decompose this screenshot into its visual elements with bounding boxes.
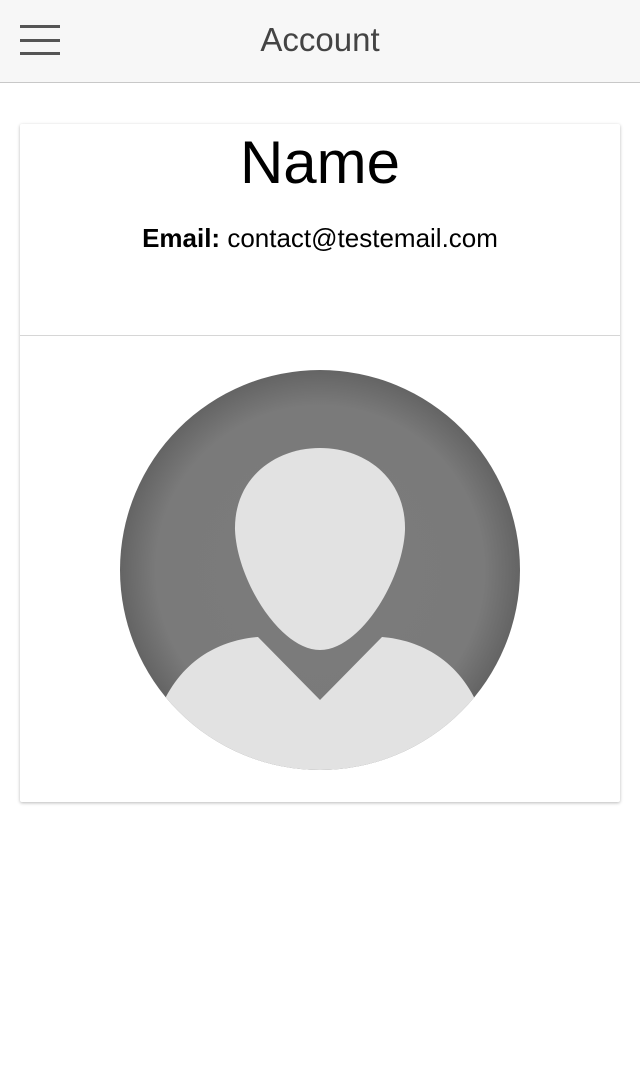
page-title: Account	[260, 21, 380, 58]
email-line: Email: contact@testemail.com	[20, 221, 620, 255]
user-name: Name	[239, 129, 401, 196]
email-label: Email:	[142, 223, 221, 253]
profile-card-header: Name Email: contact@testemail.com	[20, 124, 620, 336]
profile-card: Name Email: contact@testemail.com	[20, 124, 620, 802]
email-value: contact@testemail.com	[227, 223, 498, 253]
avatar-icon	[120, 370, 520, 770]
app-bar: Account	[0, 0, 640, 83]
